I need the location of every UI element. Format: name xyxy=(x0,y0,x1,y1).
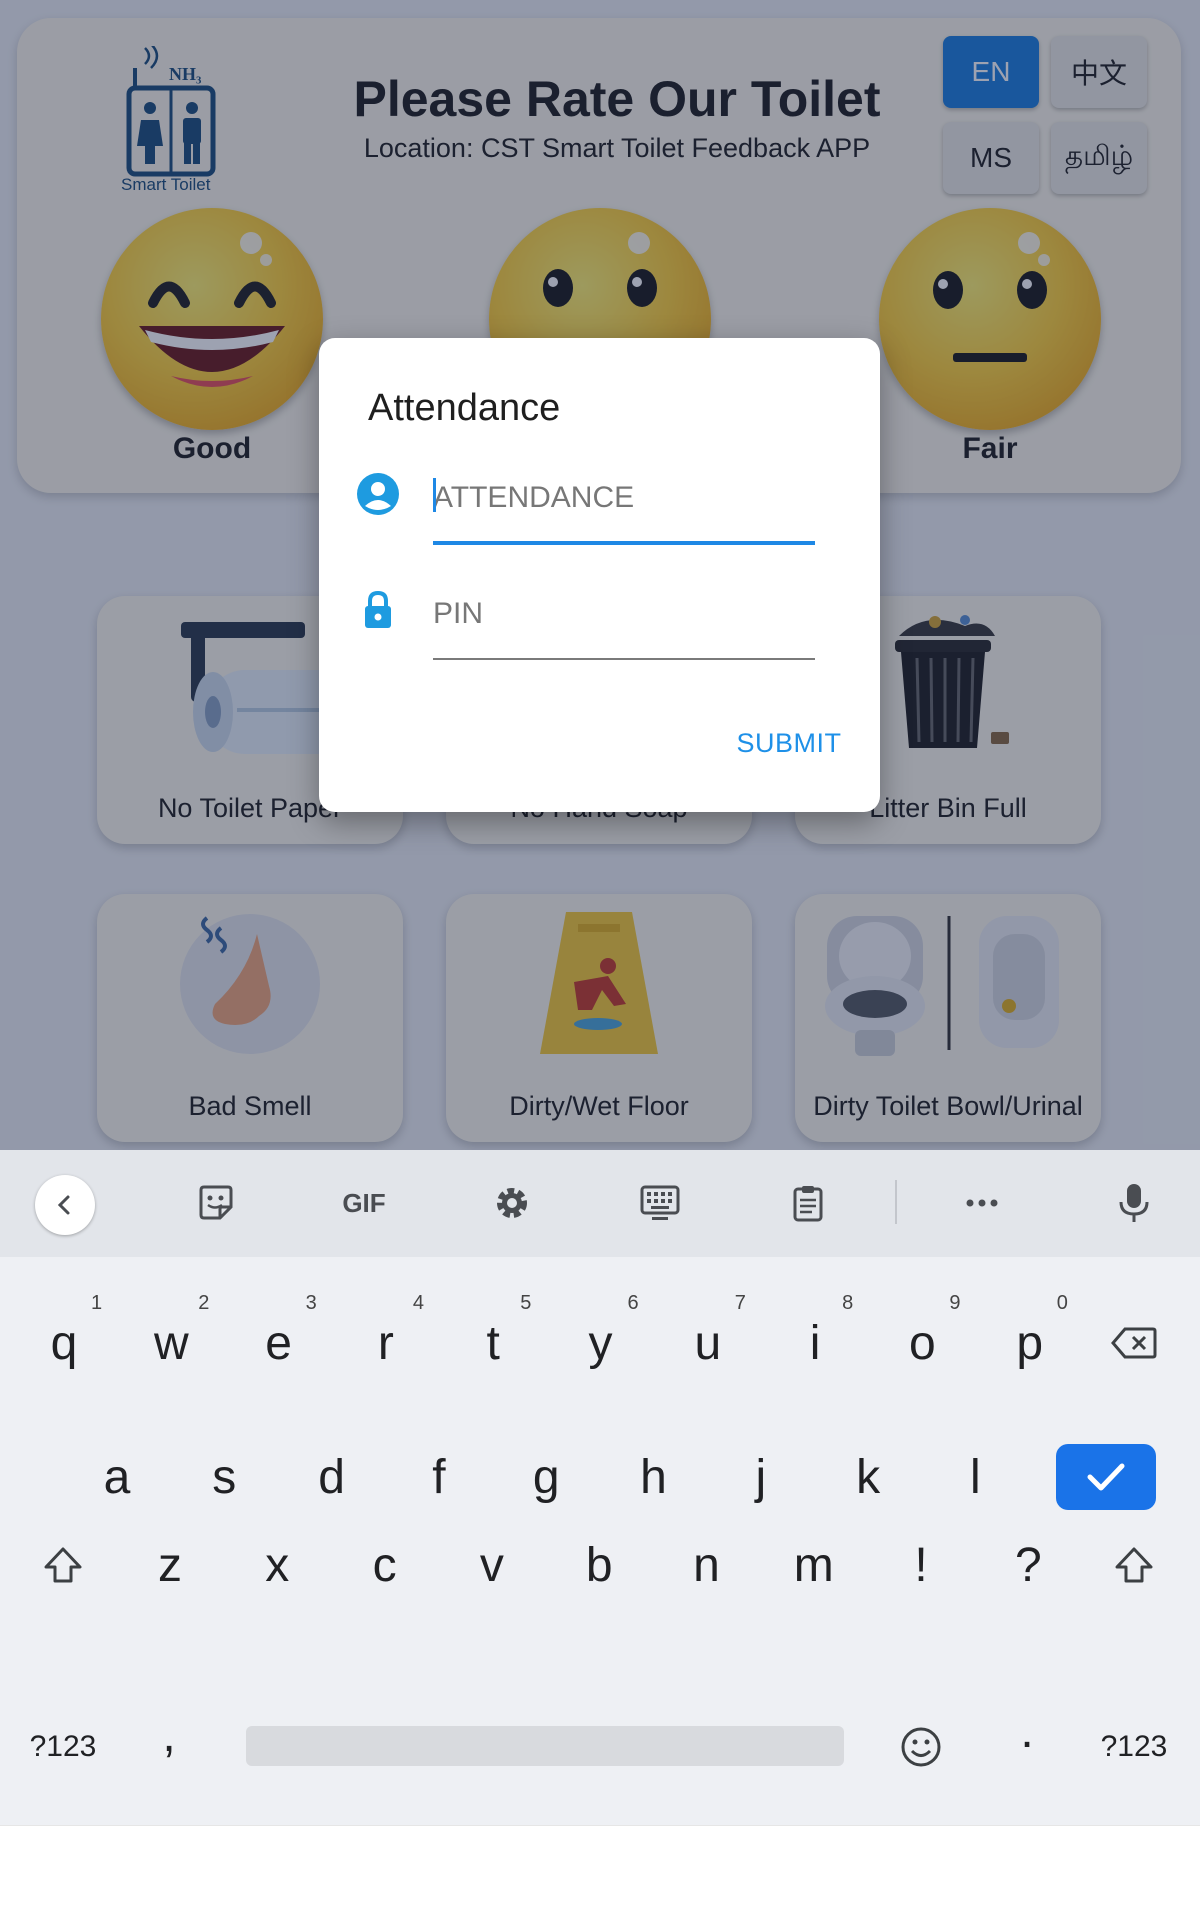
enter-key[interactable] xyxy=(1056,1444,1156,1510)
sticker-icon[interactable] xyxy=(185,1172,247,1234)
key-hint-9: 9 xyxy=(949,1292,961,1314)
key-m[interactable]: m xyxy=(769,1510,859,1620)
key-hint-0: 0 xyxy=(1056,1292,1068,1314)
key-hint-3: 3 xyxy=(305,1292,317,1314)
checkmark-icon xyxy=(1087,1463,1125,1491)
backspace-icon[interactable] xyxy=(1089,1288,1179,1398)
submit-button[interactable]: SUBMIT xyxy=(719,728,859,759)
key-hint-4: 4 xyxy=(412,1292,425,1314)
system-navigation-bar xyxy=(0,1825,1200,1920)
attendance-underline xyxy=(433,541,815,545)
key-b[interactable]: b xyxy=(554,1510,644,1620)
account-circle-icon xyxy=(357,473,399,515)
pin-underline xyxy=(433,658,815,660)
symbols-key-right[interactable]: ?123 xyxy=(1089,1692,1179,1802)
lock-icon xyxy=(365,590,391,628)
key-question[interactable]: ? xyxy=(983,1510,1073,1620)
key-hint-5: 5 xyxy=(520,1292,532,1314)
key-hint-6: 6 xyxy=(627,1292,639,1314)
key-hint-2: 2 xyxy=(198,1292,210,1314)
space-bar[interactable] xyxy=(246,1726,844,1766)
comma-key[interactable]: , xyxy=(124,1680,214,1790)
text-cursor xyxy=(433,478,436,512)
dialog-title: Attendance xyxy=(368,387,561,429)
key-n[interactable]: n xyxy=(662,1510,752,1620)
key-hint-8: 8 xyxy=(842,1292,854,1314)
clipboard-icon[interactable] xyxy=(777,1172,839,1234)
pin-input[interactable] xyxy=(433,586,815,642)
emoji-key[interactable] xyxy=(876,1692,966,1802)
key-c[interactable]: c xyxy=(340,1510,430,1620)
key-v[interactable]: v xyxy=(447,1510,537,1620)
shift-right-key[interactable] xyxy=(1089,1510,1179,1620)
key-z[interactable]: z xyxy=(125,1510,215,1620)
keyboard-icon[interactable] xyxy=(629,1172,691,1234)
symbols-key-left[interactable]: ?123 xyxy=(18,1692,108,1802)
soft-keyboard: GIF ?123 , . ? 1 23 q 1 w 2 e 3 r 4 t 5 y … xyxy=(0,1150,1200,1825)
period-key[interactable]: . xyxy=(982,1676,1072,1786)
more-options-icon[interactable] xyxy=(951,1172,1013,1234)
back-chevron-icon[interactable] xyxy=(35,1175,95,1235)
gif-button[interactable]: GIF xyxy=(333,1172,395,1234)
attendance-dialog: Attendance SUBMIT xyxy=(319,338,880,812)
attendance-input[interactable] xyxy=(433,470,815,526)
smiley-icon xyxy=(901,1727,941,1767)
keyboard-toolbar: GIF xyxy=(0,1150,1200,1257)
gear-icon[interactable] xyxy=(481,1172,543,1234)
key-exclamation[interactable]: ! xyxy=(876,1510,966,1620)
toolbar-divider xyxy=(895,1180,897,1224)
microphone-icon[interactable] xyxy=(1103,1172,1165,1234)
key-hint-7: 7 xyxy=(734,1292,746,1314)
key-hint-1: 1 xyxy=(91,1292,103,1314)
key-x[interactable]: x xyxy=(232,1510,322,1620)
